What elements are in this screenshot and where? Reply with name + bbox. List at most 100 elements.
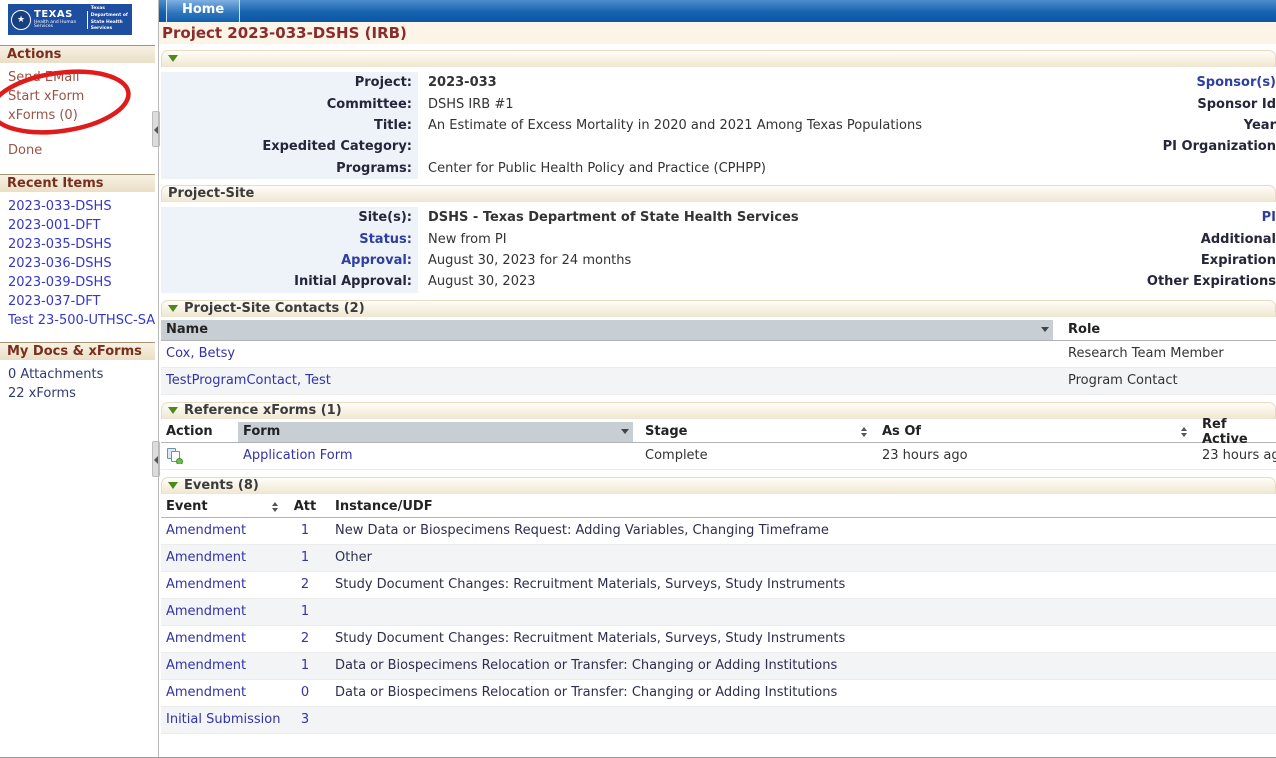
xform-stage: Complete bbox=[640, 448, 870, 463]
recent-item-link[interactable]: 2023-036-DSHS bbox=[0, 254, 158, 273]
event-link[interactable]: Amendment bbox=[166, 631, 246, 646]
sidebar-action-link[interactable]: Send EMail bbox=[0, 68, 158, 87]
detail-right-label: Other Expirations bbox=[1147, 274, 1276, 289]
detail-row: Committee: DSHS IRB #1 Sponsor Id bbox=[161, 93, 1276, 114]
events-header-event[interactable]: Event bbox=[161, 497, 281, 517]
event-link[interactable]: Amendment bbox=[166, 658, 246, 673]
event-att-count: 2 bbox=[288, 631, 322, 646]
detail-label: Status: bbox=[359, 232, 412, 247]
event-link[interactable]: Initial Submission bbox=[166, 712, 280, 727]
event-link[interactable]: Amendment bbox=[166, 523, 246, 538]
contact-row: Cox, Betsy Research Team Member bbox=[161, 341, 1276, 368]
recent-item-link[interactable]: Test 23-500-UTHSC-SA bbox=[0, 311, 158, 330]
detail-right-label: PI Organization bbox=[1163, 139, 1276, 154]
event-instance: Data or Biospecimens Relocation or Trans… bbox=[329, 685, 1276, 700]
collapse-triangle-icon[interactable] bbox=[168, 407, 178, 414]
copy-xform-icon[interactable] bbox=[166, 448, 183, 464]
detail-value: New from PI bbox=[418, 232, 507, 247]
project-site-details: Site(s): DSHS - Texas Department of Stat… bbox=[161, 207, 1276, 293]
detail-value: August 30, 2023 bbox=[418, 274, 536, 289]
detail-label: Title: bbox=[374, 118, 412, 133]
event-link[interactable]: Amendment bbox=[166, 577, 246, 592]
event-att-count: 1 bbox=[288, 550, 322, 565]
detail-value: An Estimate of Excess Mortality in 2020 … bbox=[418, 118, 922, 133]
events-section-bar[interactable]: Events (8) bbox=[161, 477, 1276, 494]
detail-right-label: Additional bbox=[1201, 232, 1276, 247]
project-details: Project: 2023-033 Sponsor(s) Committee: … bbox=[161, 72, 1276, 179]
sidebar-action-done[interactable]: Done bbox=[0, 141, 158, 164]
event-row: Amendment 1 Data or Biospecimens Relocat… bbox=[161, 653, 1276, 680]
texas-star-seal-icon: ★ bbox=[11, 10, 31, 30]
detail-label: Approval: bbox=[341, 253, 412, 268]
detail-label: Initial Approval: bbox=[294, 274, 412, 289]
mydocs-link[interactable]: 0 Attachments bbox=[0, 365, 158, 384]
sortable-icon bbox=[272, 502, 278, 512]
xform-as-of: 23 hours ago bbox=[877, 448, 1190, 463]
logo-hhs-text: Health and Human Services bbox=[34, 21, 84, 30]
project-section-collapse-bar[interactable] bbox=[161, 50, 1276, 67]
ref-xform-row: Application Form Complete 23 hours ago 2… bbox=[161, 443, 1276, 470]
detail-row: Expedited Category: PI Organization bbox=[161, 136, 1276, 157]
ref-xforms-table: Action Form Stage As Of Ref Active bbox=[161, 422, 1276, 470]
event-link[interactable]: Amendment bbox=[166, 685, 246, 700]
detail-row: Site(s): DSHS - Texas Department of Stat… bbox=[161, 207, 1276, 228]
event-att-count: 3 bbox=[288, 712, 322, 727]
event-att-count: 2 bbox=[288, 577, 322, 592]
contacts-section-bar[interactable]: Project-Site Contacts (2) bbox=[161, 300, 1276, 317]
events-header-instance: Instance/UDF bbox=[329, 497, 1276, 517]
sortable-icon bbox=[861, 427, 867, 437]
page-title: Project 2023-033-DSHS (IRB) bbox=[159, 22, 1276, 44]
ref-header-ref-active[interactable]: Ref Active bbox=[1197, 422, 1276, 442]
contacts-header-role[interactable]: Role bbox=[1060, 320, 1276, 340]
actions-links: Send EMailStart xFormxForms (0) bbox=[0, 63, 158, 127]
sidebar-divider bbox=[158, 0, 159, 758]
detail-right-label: Sponsor Id bbox=[1197, 97, 1276, 112]
event-row: Amendment 1 Other bbox=[161, 545, 1276, 572]
xform-ref-active: 23 hours ago bbox=[1197, 448, 1276, 463]
sidebar-action-link[interactable]: Start xForm bbox=[0, 87, 158, 106]
event-row: Amendment 1 New Data or Biospecimens Req… bbox=[161, 518, 1276, 545]
recent-item-link[interactable]: 2023-033-DSHS bbox=[0, 197, 158, 216]
event-row: Initial Submission 3 bbox=[161, 707, 1276, 734]
event-row: Amendment 2 Study Document Changes: Recr… bbox=[161, 572, 1276, 599]
event-instance: Data or Biospecimens Relocation or Trans… bbox=[329, 658, 1276, 673]
detail-label: Expedited Category: bbox=[262, 139, 412, 154]
ref-header-form[interactable]: Form bbox=[238, 422, 633, 442]
recent-item-link[interactable]: 2023-001-DFT bbox=[0, 216, 158, 235]
sort-descending-icon bbox=[1041, 327, 1049, 332]
recent-item-link[interactable]: 2023-039-DSHS bbox=[0, 273, 158, 292]
detail-label: Programs: bbox=[336, 161, 412, 176]
contact-name-link[interactable]: TestProgramContact, Test bbox=[166, 373, 331, 388]
collapse-triangle-icon[interactable] bbox=[168, 482, 178, 489]
xform-link[interactable]: Application Form bbox=[243, 448, 353, 463]
ref-xforms-section-bar[interactable]: Reference xForms (1) bbox=[161, 402, 1276, 419]
event-link[interactable]: Amendment bbox=[166, 604, 246, 619]
sort-descending-icon bbox=[621, 429, 629, 434]
event-att-count: 1 bbox=[288, 658, 322, 673]
texas-hhs-logo[interactable]: ★ TEXAS Health and Human Services Texas … bbox=[8, 4, 132, 35]
collapse-triangle-icon[interactable] bbox=[168, 55, 178, 62]
detail-right-label: Sponsor(s) bbox=[1196, 75, 1276, 90]
tab-home[interactable]: Home bbox=[166, 0, 240, 22]
sidebar-action-link[interactable]: xForms (0) bbox=[0, 106, 158, 125]
top-nav-bar: Home bbox=[159, 0, 1276, 22]
contacts-header-name[interactable]: Name bbox=[161, 320, 1053, 340]
ref-header-stage[interactable]: Stage bbox=[640, 422, 870, 442]
detail-right-label: Expiration bbox=[1201, 253, 1276, 268]
event-row: Amendment 1 bbox=[161, 599, 1276, 626]
ref-header-as-of[interactable]: As Of bbox=[877, 422, 1190, 442]
recent-item-link[interactable]: 2023-035-DSHS bbox=[0, 235, 158, 254]
events-header-att[interactable]: Att bbox=[288, 497, 322, 517]
detail-row: Status: New from PI Additional bbox=[161, 228, 1276, 249]
mydocs-link[interactable]: 22 xForms bbox=[0, 384, 158, 403]
recent-item-link[interactable]: 2023-037-DFT bbox=[0, 292, 158, 311]
collapse-triangle-icon[interactable] bbox=[168, 305, 178, 312]
event-att-count: 1 bbox=[288, 604, 322, 619]
contact-name-link[interactable]: Cox, Betsy bbox=[166, 346, 235, 361]
sidebar: ★ TEXAS Health and Human Services Texas … bbox=[0, 0, 158, 758]
event-link[interactable]: Amendment bbox=[166, 550, 246, 565]
mydocs-list: 0 Attachments22 xForms bbox=[0, 360, 158, 405]
detail-label: Committee: bbox=[327, 97, 412, 112]
detail-row: Project: 2023-033 Sponsor(s) bbox=[161, 72, 1276, 93]
logo-dept-text: Texas Department of State Health Service… bbox=[91, 6, 129, 33]
